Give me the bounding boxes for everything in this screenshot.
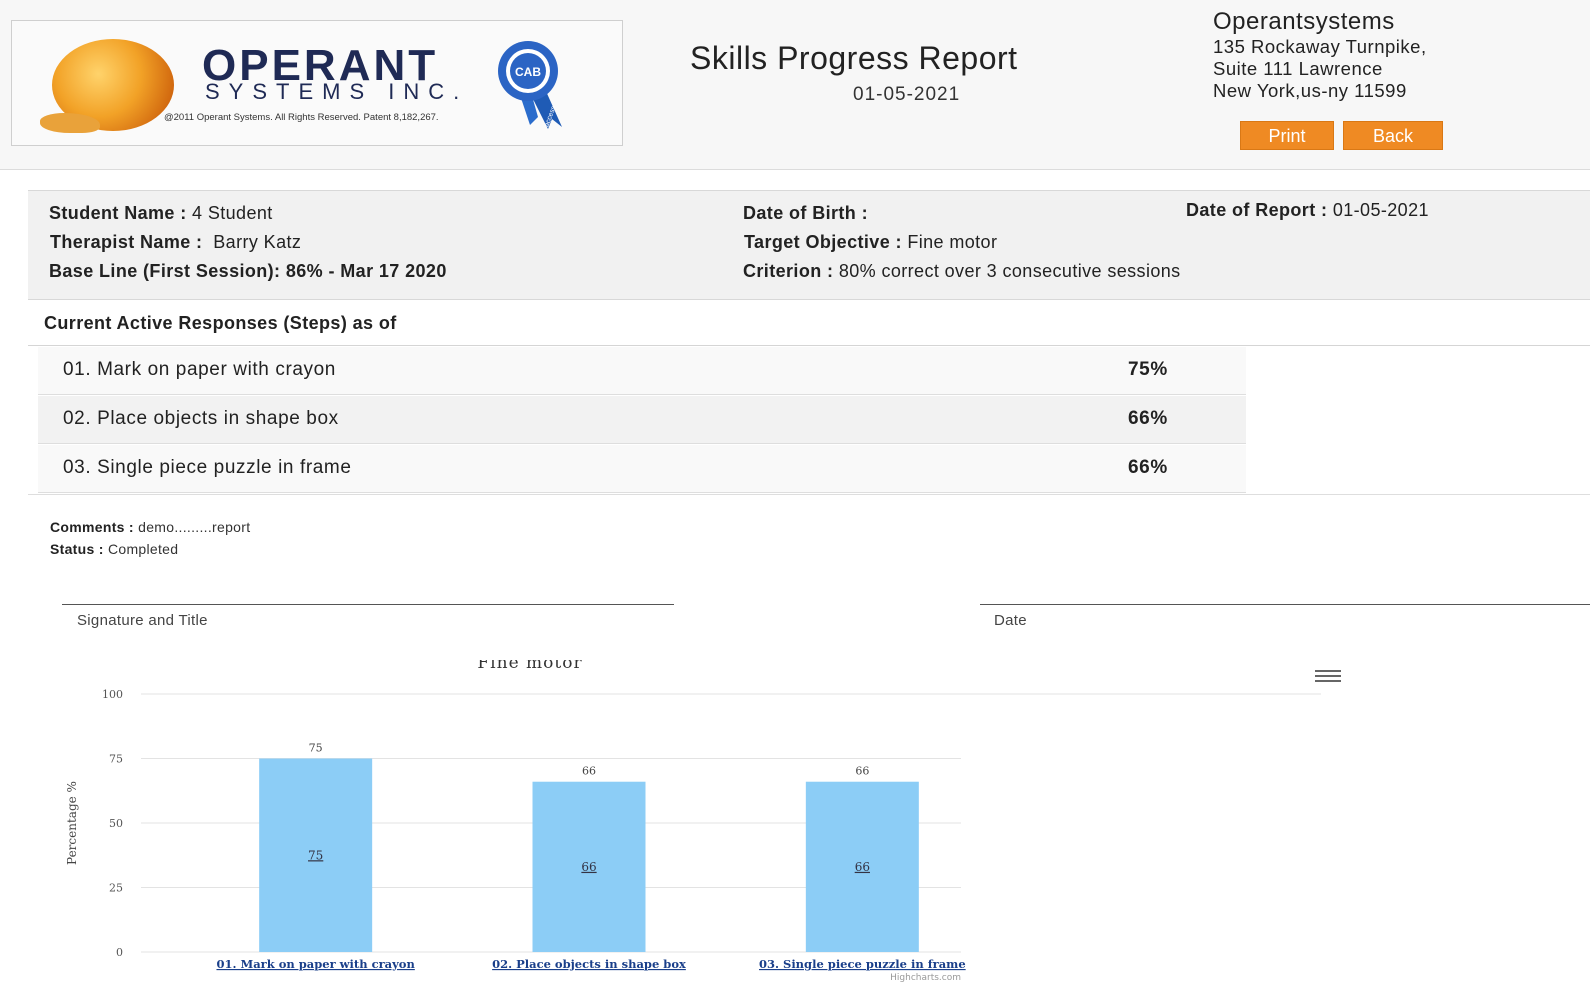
responses-heading: Current Active Responses (Steps) as of [44,313,397,333]
y-tick-label: 25 [109,882,123,895]
company-logo: OPERANT SYSTEMS INC. @2011 Operant Syste… [11,20,623,146]
criterion: Criterion : 80% correct over 3 consecuti… [743,261,1181,282]
student-info-panel: Student Name : 4 Student Therapist Name … [28,190,1590,300]
comments-value: demo.........report [138,519,251,535]
date-label: Date [994,612,1027,629]
criterion-value: 80% correct over 3 consecutive sessions [838,261,1181,281]
baseline-text: Base Line (First Session): 86% - Mar 17 … [49,261,447,281]
criterion-label: Criterion : [743,261,834,281]
bar-value-label: 66 [855,765,869,778]
y-tick-label: 0 [116,946,123,959]
y-tick-label: 75 [109,753,123,766]
ribbon-badge-text: CAB [515,65,541,79]
target-objective-label: Target Objective : [744,232,902,252]
target-objective-value: Fine motor [907,232,998,252]
award-ribbon-icon: CAB access [498,41,562,129]
company-name: Operantsystems [1213,8,1395,35]
chart-title: Fine motor [477,660,582,673]
therapist-name-value: Barry Katz [213,232,302,252]
status: Status : Completed [50,541,178,557]
response-percent: 66% [1128,457,1168,478]
response-percent: 75% [1128,359,1168,380]
student-name-label: Student Name : [49,203,187,223]
y-tick-label: 50 [109,817,123,830]
date-of-report: Date of Report : 01-05-2021 [1186,200,1429,221]
address-line-3: New York,us-ny 11599 [1213,80,1407,101]
therapist-name-label: Therapist Name : [50,232,203,252]
x-tick-label: 03. Single piece puzzle in frame [759,957,966,971]
chart-svg: Fine motor 0 25 50 75 100 Percentage % 75 75 01. … [65,653,1321,983]
baseline: Base Line (First Session): 86% - Mar 17 … [49,261,447,282]
signature-label: Signature and Title [77,612,208,629]
report-header: OPERANT SYSTEMS INC. @2011 Operant Syste… [0,0,1590,170]
bar-value-label: 66 [582,765,596,778]
bar-inner-label: 75 [308,848,323,862]
response-label: 02. Place objects in shape box [63,408,339,429]
student-name: Student Name : 4 Student [49,203,273,224]
bar-inner-label: 66 [581,860,596,874]
chart-menu-icon[interactable] [1315,670,1341,686]
logo-copyright: @2011 Operant Systems. All Rights Reserv… [164,112,439,123]
address-line-2: Suite 111 Lawrence [1213,58,1383,79]
address-line-1: 135 Rockaway Turnpike, [1213,36,1427,57]
company-address: Operantsystems 135 Rockaway Turnpike, Su… [1213,8,1513,102]
date-of-report-label: Date of Report : [1186,200,1328,220]
print-button[interactable]: Print [1240,121,1334,150]
comments-label: Comments : [50,519,134,535]
progress-chart: Fine motor 0 25 50 75 100 Percentage % 75 75 01. … [41,653,1341,1000]
target-objective: Target Objective : Fine motor [744,232,997,253]
page-title: Skills Progress Report [690,40,1018,76]
x-tick-label: 01. Mark on paper with crayon [216,957,415,971]
response-row: 01. Mark on paper with crayon 75% [38,347,1246,395]
bar-value-label: 75 [309,742,323,755]
student-name-value: 4 Student [192,203,273,223]
y-tick-label: 100 [102,688,123,701]
date-of-birth: Date of Birth : [743,203,868,224]
response-label: 03. Single piece puzzle in frame [63,457,352,478]
status-value: Completed [107,541,179,557]
logo-sub-text: SYSTEMS INC. [205,79,469,104]
date-line [980,604,1590,605]
date-of-report-value: 01-05-2021 [1332,200,1429,220]
dob-label: Date of Birth : [743,203,868,223]
x-tick-label: 02. Place objects in shape box [492,957,686,971]
back-button[interactable]: Back [1343,121,1443,150]
status-label: Status : [50,541,104,557]
response-label: 01. Mark on paper with crayon [63,359,336,380]
response-percent: 66% [1128,408,1168,429]
signature-line [62,604,674,605]
chart-credit: Highcharts.com [890,973,961,983]
therapist-name: Therapist Name : Barry Katz [50,232,301,253]
response-row: 03. Single piece puzzle in frame 66% [38,445,1246,493]
y-axis-label: Percentage % [65,781,79,865]
bar-inner-label: 66 [855,860,870,874]
report-header-date: 01-05-2021 [853,84,961,105]
comments: Comments : demo.........report [50,519,250,535]
response-row: 02. Place objects in shape box 66% [38,396,1246,444]
responses-heading-bar: Current Active Responses (Steps) as of [28,302,1590,346]
responses-divider [28,494,1590,495]
